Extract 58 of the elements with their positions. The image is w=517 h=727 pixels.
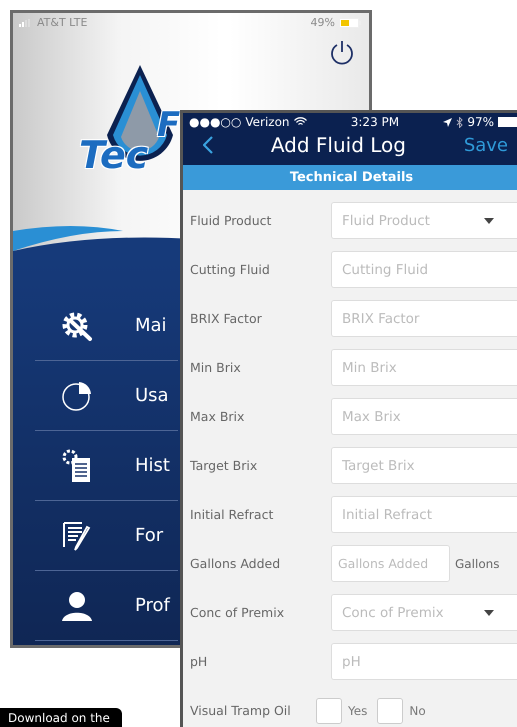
- carrier-text: AT&T LTE: [37, 16, 88, 29]
- input-field[interactable]: Min Brix: [331, 349, 517, 386]
- input-field[interactable]: Initial Refract: [331, 496, 517, 533]
- input-field[interactable]: pH: [331, 643, 517, 680]
- back-chevron-icon[interactable]: [203, 136, 213, 154]
- field-label: BRIX Factor: [189, 311, 263, 326]
- field-label: Cutting Fluid: [189, 262, 271, 277]
- input-field[interactable]: Gallons Added: [331, 545, 450, 582]
- field-label: Gallons Added: [189, 556, 282, 571]
- location-arrow-icon: [443, 118, 452, 126]
- logo-text: Tec: [79, 133, 148, 177]
- dropdown-field[interactable]: Fluid Product: [331, 202, 517, 239]
- input-field[interactable]: Cutting Fluid: [331, 251, 517, 288]
- gear-document-icon: [61, 448, 93, 484]
- field-label: Visual Tramp Oil: [189, 703, 292, 718]
- menu-item[interactable]: Usa: [35, 361, 178, 431]
- input-field[interactable]: Max Brix: [331, 398, 517, 435]
- menu-item[interactable]: For: [35, 501, 178, 571]
- signal-icon: [19, 18, 33, 26]
- battery-text: 97%: [467, 115, 494, 129]
- section-header: Technical Details: [183, 165, 517, 190]
- input-field[interactable]: BRIX Factor: [331, 300, 517, 337]
- dropdown-field[interactable]: Conc of Premix: [331, 594, 517, 631]
- logo-text: F: [157, 105, 180, 145]
- carrier-text: Verizon: [245, 115, 290, 129]
- menu-item[interactable]: Mai: [35, 291, 178, 361]
- caret-icon: [484, 218, 494, 224]
- bluetooth-icon: [456, 116, 464, 128]
- menu-item[interactable]: Prof: [35, 571, 178, 641]
- battery-icon: [498, 117, 517, 127]
- wifi-icon: [294, 117, 307, 127]
- field-label: Initial Refract: [189, 507, 274, 522]
- pie-chart-icon: [61, 380, 93, 412]
- gear-wrench-icon: [60, 310, 94, 342]
- time-text: 3:23 PM: [350, 115, 400, 129]
- unit-label: Gallons: [455, 556, 500, 570]
- field-label: Max Brix: [189, 409, 246, 424]
- menu-item[interactable]: Hist: [35, 431, 178, 501]
- battery-text: 49%: [310, 16, 335, 29]
- field-label: Min Brix: [189, 360, 242, 375]
- power-icon[interactable]: [329, 39, 355, 65]
- checkbox[interactable]: [316, 698, 342, 724]
- field-label: Fluid Product: [189, 213, 272, 228]
- person-icon: [61, 590, 93, 622]
- checkbox[interactable]: [377, 698, 404, 724]
- signal-text: ●●●○○: [189, 115, 242, 129]
- field-label: pH: [189, 654, 208, 669]
- input-field[interactable]: Target Brix: [331, 447, 517, 484]
- caret-icon: [484, 610, 494, 616]
- field-label: Conc of Premix: [189, 605, 286, 620]
- battery-icon: [339, 18, 361, 28]
- checkbox-label: Yes: [348, 704, 368, 718]
- field-label: Target Brix: [189, 458, 258, 473]
- screen-title: Add Fluid Log: [270, 133, 407, 157]
- download-badge[interactable]: Download on the: [0, 708, 122, 727]
- pencil-document-icon: [61, 520, 93, 552]
- checkbox-label: No: [409, 704, 426, 718]
- save-button[interactable]: Save: [464, 134, 508, 156]
